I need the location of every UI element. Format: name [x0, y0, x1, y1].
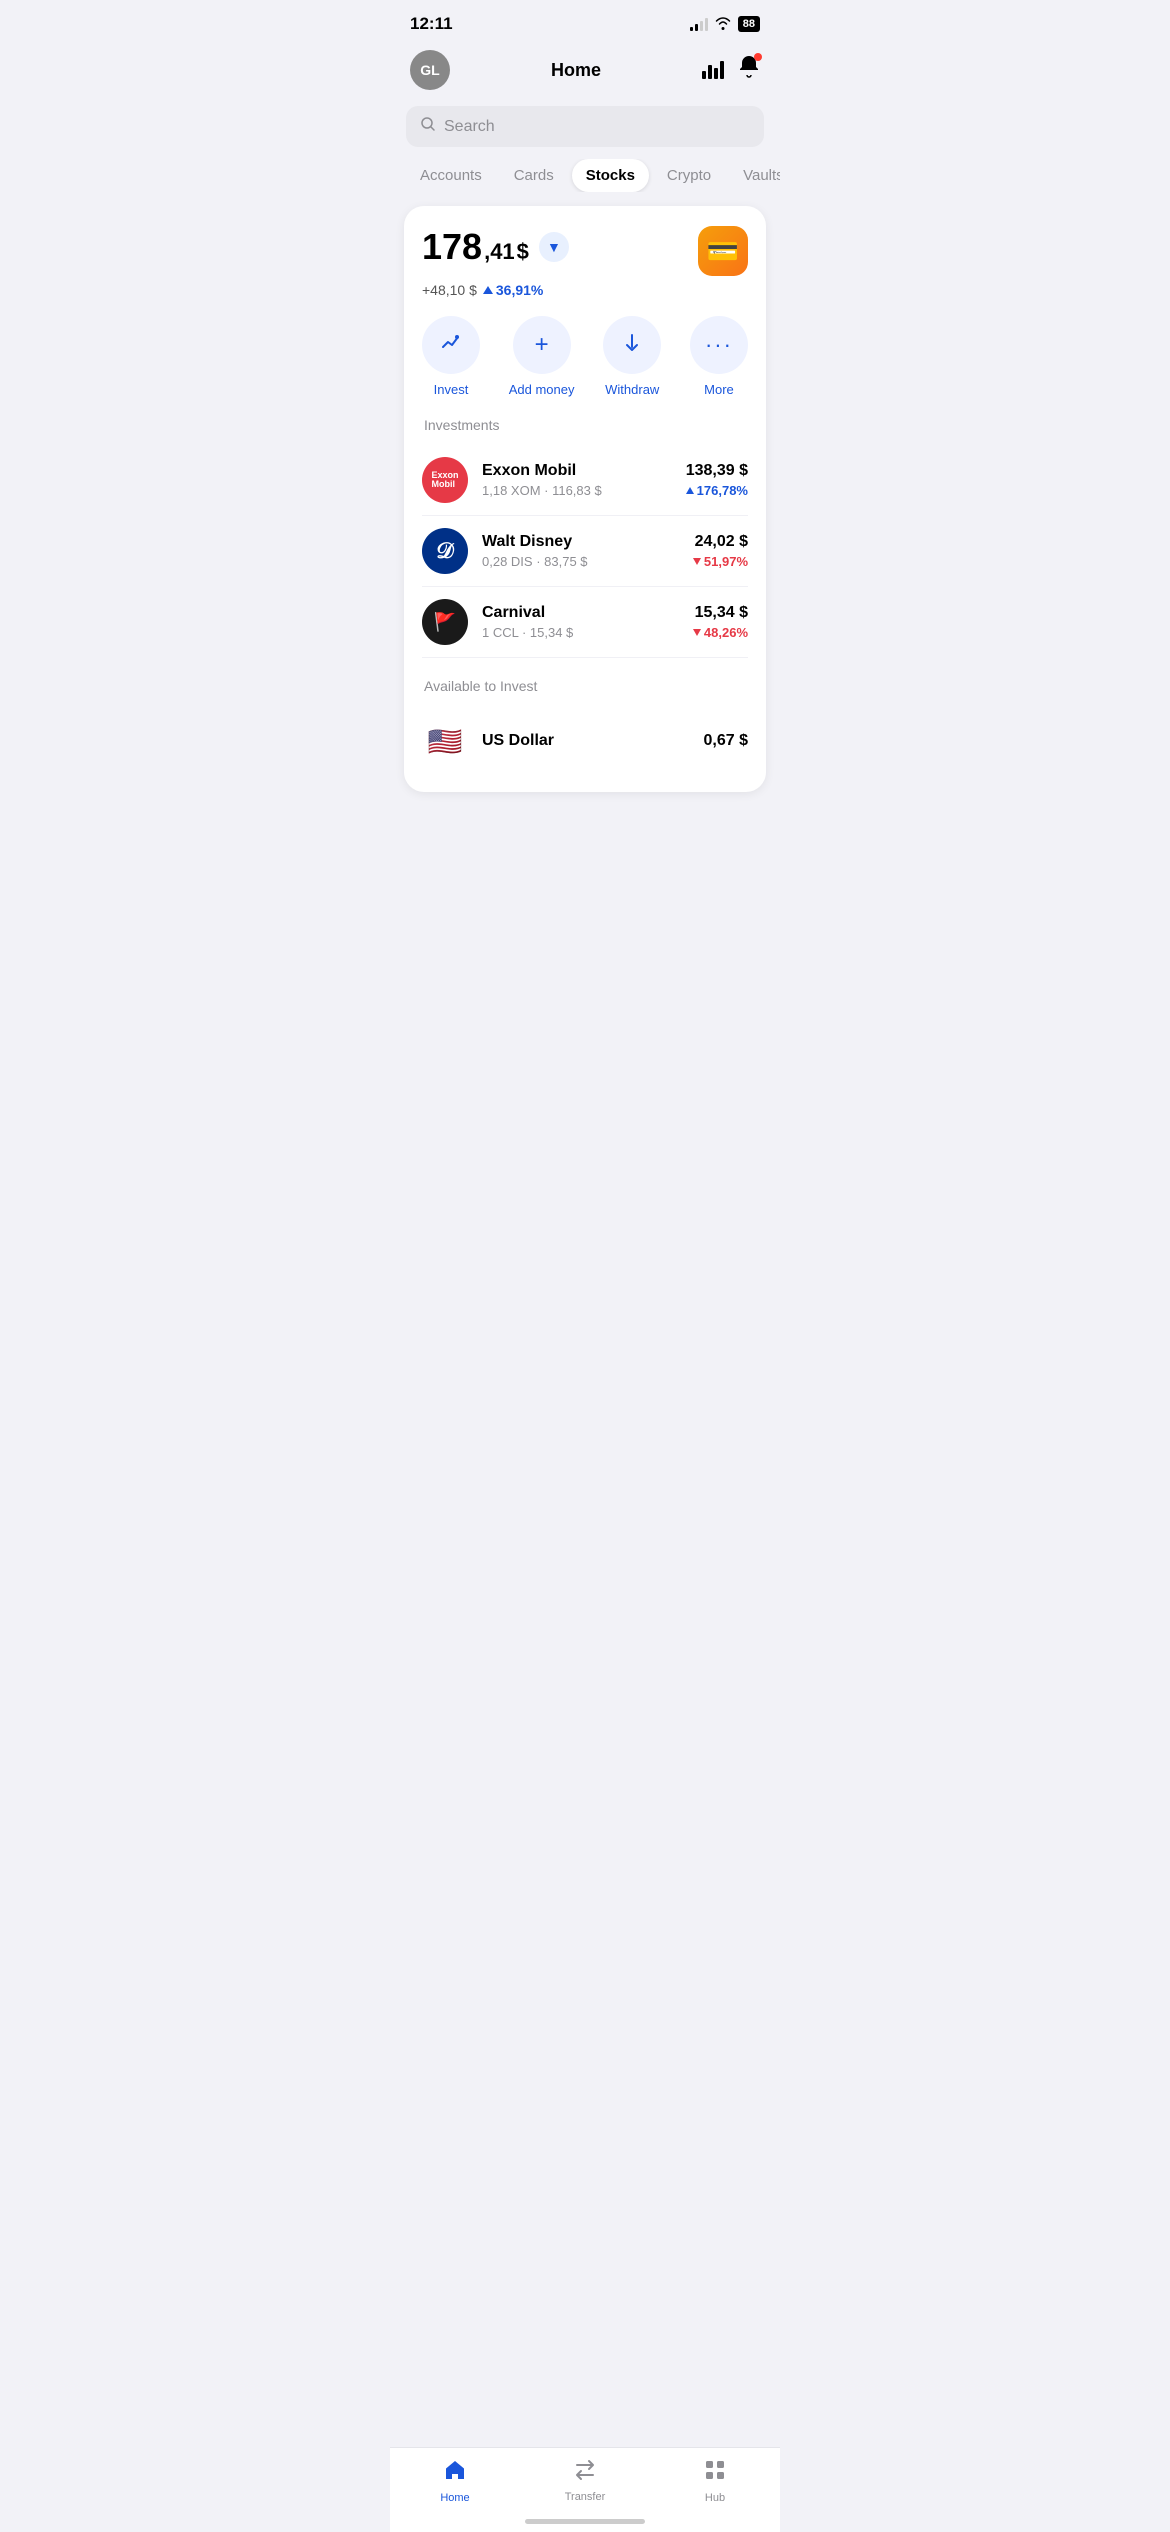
usdollar-name: US Dollar: [482, 732, 690, 750]
tab-accounts[interactable]: Accounts: [406, 159, 496, 192]
invest-button[interactable]: Invest: [422, 316, 480, 397]
change-percentage: 36,91%: [483, 282, 543, 298]
balance-currency: $: [517, 239, 529, 265]
status-time: 12:11: [410, 14, 453, 34]
change-amount: +48,10 $: [422, 282, 477, 298]
nav-home[interactable]: Home: [420, 2458, 490, 2504]
exxon-name: Exxon Mobil: [482, 462, 672, 480]
portfolio-card: 178 ,41 $ ▼ 💳 +48,10 $ 36,91%: [404, 206, 766, 792]
chevron-down-icon: ▼: [547, 239, 561, 255]
avatar[interactable]: GL: [410, 50, 450, 90]
header-actions: [702, 55, 760, 85]
us-flag-icon: 🇺🇸: [422, 718, 468, 764]
carnival-meta: 1 CCL · 15,34 $: [482, 625, 679, 640]
arrow-down-icon: [693, 558, 701, 565]
more-button[interactable]: ··· More: [690, 316, 748, 397]
tab-cards[interactable]: Cards: [500, 159, 568, 192]
carnival-values: 15,34 $ 48,26%: [693, 604, 748, 640]
carnival-price: 15,34 $: [693, 604, 748, 622]
home-label: Home: [440, 2492, 469, 2504]
disney-item[interactable]: 𝒟 Walt Disney 0,28 DIS · 83,75 $ 24,02 $…: [422, 516, 748, 587]
more-label: More: [704, 382, 734, 397]
exxon-values: 138,39 $ 176,78%: [686, 462, 748, 498]
transfer-icon: [572, 2459, 598, 2487]
home-indicator: [525, 2519, 645, 2524]
available-label: Available to Invest: [422, 678, 748, 694]
withdraw-icon: [622, 332, 642, 358]
add-money-label: Add money: [509, 382, 575, 397]
exxon-info: Exxon Mobil 1,18 XOM · 116,83 $: [482, 462, 672, 498]
exxon-item[interactable]: ExxonMobil Exxon Mobil 1,18 XOM · 116,83…: [422, 445, 748, 516]
wallet-icon: 💳: [698, 226, 748, 276]
battery-icon: 88: [738, 16, 760, 32]
exxon-logo: ExxonMobil: [422, 457, 468, 503]
signal-icon: [690, 17, 708, 31]
wifi-icon: [714, 16, 732, 33]
balance-change: +48,10 $ 36,91%: [422, 282, 748, 298]
nav-transfer[interactable]: Transfer: [550, 2459, 620, 2503]
exxon-change: 176,78%: [686, 483, 748, 498]
investments-label: Investments: [422, 417, 748, 433]
usdollar-item[interactable]: 🇺🇸 US Dollar 0,67 $: [422, 706, 748, 776]
exxon-meta: 1,18 XOM · 116,83 $: [482, 483, 672, 498]
tab-stocks[interactable]: Stocks: [572, 159, 649, 192]
balance-integer: 178: [422, 226, 482, 268]
usdollar-amount: 0,67 $: [704, 732, 748, 750]
notification-icon[interactable]: [738, 55, 760, 85]
disney-logo: 𝒟: [422, 528, 468, 574]
transfer-label: Transfer: [565, 2491, 606, 2503]
search-placeholder: Search: [444, 118, 495, 136]
carnival-change: 48,26%: [693, 625, 748, 640]
action-buttons: Invest + Add money Withdraw: [422, 316, 748, 397]
carnival-info: Carnival 1 CCL · 15,34 $: [482, 604, 679, 640]
hub-label: Hub: [705, 2492, 725, 2504]
search-bar[interactable]: Search: [406, 106, 764, 147]
status-icons: 88: [690, 16, 760, 33]
notification-dot: [754, 53, 762, 61]
carnival-item[interactable]: 🚩 Carnival 1 CCL · 15,34 $ 15,34 $ 48,26…: [422, 587, 748, 658]
nav-hub[interactable]: Hub: [680, 2458, 750, 2504]
disney-price: 24,02 $: [693, 533, 748, 551]
invest-label: Invest: [434, 382, 469, 397]
tabs-bar: Accounts Cards Stocks Crypto Vaults: [390, 159, 780, 192]
exxon-price: 138,39 $: [686, 462, 748, 480]
withdraw-button[interactable]: Withdraw: [603, 316, 661, 397]
available-section: Available to Invest 🇺🇸 US Dollar 0,67 $: [422, 674, 748, 776]
status-bar: 12:11 88: [390, 0, 780, 42]
withdraw-label: Withdraw: [605, 382, 659, 397]
arrow-up-icon: [483, 286, 493, 294]
balance-row: 178 ,41 $ ▼ 💳: [422, 226, 748, 276]
balance-dropdown-button[interactable]: ▼: [539, 232, 569, 262]
home-icon: [443, 2458, 467, 2488]
header: GL Home: [390, 42, 780, 102]
analytics-icon[interactable]: [702, 61, 724, 79]
disney-info: Walt Disney 0,28 DIS · 83,75 $: [482, 533, 679, 569]
balance-decimal: ,41: [484, 239, 515, 265]
disney-values: 24,02 $ 51,97%: [693, 533, 748, 569]
page-title: Home: [551, 60, 601, 81]
carnival-logo: 🚩: [422, 599, 468, 645]
arrow-down-icon: [693, 629, 701, 636]
balance-left: 178 ,41 $ ▼: [422, 226, 569, 268]
search-icon: [420, 116, 436, 137]
tab-crypto[interactable]: Crypto: [653, 159, 725, 192]
arrow-up-icon: [686, 487, 694, 494]
carnival-name: Carnival: [482, 604, 679, 622]
add-money-button[interactable]: + Add money: [509, 316, 575, 397]
disney-name: Walt Disney: [482, 533, 679, 551]
invest-icon: [440, 331, 462, 359]
tab-vaults[interactable]: Vaults: [729, 159, 780, 192]
hub-icon: [703, 2458, 727, 2488]
disney-change: 51,97%: [693, 554, 748, 569]
disney-meta: 0,28 DIS · 83,75 $: [482, 554, 679, 569]
add-icon: +: [535, 331, 549, 359]
more-dots-icon: ···: [705, 332, 733, 358]
